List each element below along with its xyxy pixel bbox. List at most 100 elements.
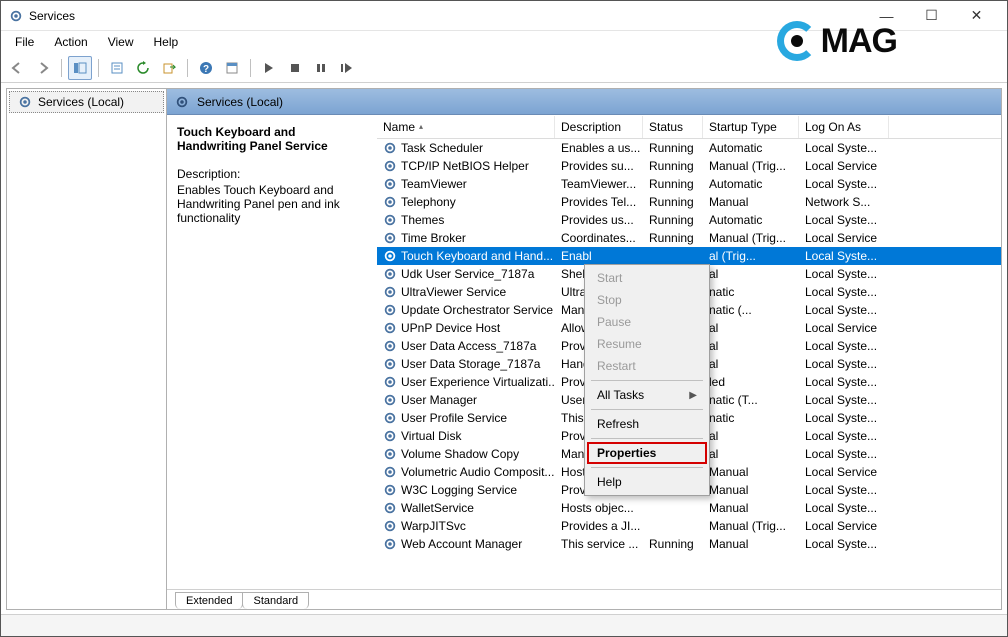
context-menu-separator xyxy=(591,467,703,468)
table-row[interactable]: WalletServiceHosts objec...ManualLocal S… xyxy=(377,499,1001,517)
cell-status: Running xyxy=(643,177,703,191)
cell-name: Volume Shadow Copy xyxy=(401,447,519,461)
context-menu-separator xyxy=(591,438,703,439)
context-menu-all-tasks[interactable]: All Tasks▶ xyxy=(587,384,707,406)
service-icon xyxy=(383,213,397,227)
forward-icon[interactable] xyxy=(31,56,55,80)
export-icon[interactable] xyxy=(157,56,181,80)
tree-pane: Services (Local) xyxy=(7,89,167,609)
service-icon xyxy=(383,447,397,461)
service-icon xyxy=(383,339,397,353)
cell-logon: Local Syste... xyxy=(799,447,889,461)
cell-status: Running xyxy=(643,537,703,551)
properties-icon[interactable] xyxy=(105,56,129,80)
context-menu-refresh[interactable]: Refresh xyxy=(587,413,707,435)
col-header-status[interactable]: Status xyxy=(643,116,703,138)
back-icon[interactable] xyxy=(5,56,29,80)
restart-service-icon[interactable] xyxy=(335,56,359,80)
menu-view[interactable]: View xyxy=(98,33,144,51)
context-menu-restart: Restart xyxy=(587,355,707,377)
cell-logon: Local Syste... xyxy=(799,501,889,515)
service-icon xyxy=(383,357,397,371)
cell-name: Volumetric Audio Composit... xyxy=(401,465,554,479)
list-header: Name▴ Description Status Startup Type Lo… xyxy=(377,115,1001,139)
cell-logon: Local Syste... xyxy=(799,375,889,389)
tab-standard[interactable]: Standard xyxy=(242,592,309,609)
cell-logon: Local Syste... xyxy=(799,285,889,299)
show-tree-icon[interactable] xyxy=(68,56,92,80)
cell-name: WarpJITSvc xyxy=(401,519,466,533)
tree-item-label: Services (Local) xyxy=(38,95,124,109)
context-menu-help[interactable]: Help xyxy=(587,471,707,493)
service-icon xyxy=(383,519,397,533)
cell-startup: al xyxy=(703,447,799,461)
cell-startup: Manual (Trig... xyxy=(703,231,799,245)
service-icon xyxy=(383,267,397,281)
tab-extended[interactable]: Extended xyxy=(175,592,243,609)
body-area: Services (Local) Services (Local) Touch … xyxy=(6,88,1002,610)
context-menu-resume: Resume xyxy=(587,333,707,355)
cell-name: User Manager xyxy=(401,393,477,407)
table-row[interactable]: TCP/IP NetBIOS HelperProvides su...Runni… xyxy=(377,157,1001,175)
cell-logon: Local Service xyxy=(799,321,889,335)
service-icon xyxy=(383,375,397,389)
show-toolbar-icon[interactable] xyxy=(220,56,244,80)
cell-name: User Experience Virtualizati... xyxy=(401,375,555,389)
cell-startup: Manual xyxy=(703,501,799,515)
service-icon xyxy=(383,177,397,191)
close-button[interactable]: ✕ xyxy=(954,2,999,30)
cell-startup: Manual (Trig... xyxy=(703,159,799,173)
cell-logon: Local Service xyxy=(799,159,889,173)
cell-logon: Local Syste... xyxy=(799,393,889,407)
service-icon xyxy=(383,231,397,245)
table-row[interactable]: Time BrokerCoordinates...RunningManual (… xyxy=(377,229,1001,247)
col-header-startup[interactable]: Startup Type xyxy=(703,116,799,138)
service-icon xyxy=(383,411,397,425)
table-row[interactable]: WarpJITSvcProvides a JI...Manual (Trig..… xyxy=(377,517,1001,535)
table-row[interactable]: TeamViewerTeamViewer...RunningAutomaticL… xyxy=(377,175,1001,193)
cell-logon: Local Syste... xyxy=(799,411,889,425)
cell-startup: natic xyxy=(703,411,799,425)
stop-service-icon[interactable] xyxy=(283,56,307,80)
service-icon xyxy=(383,321,397,335)
table-row[interactable]: TelephonyProvides Tel...RunningManualNet… xyxy=(377,193,1001,211)
window-title: Services xyxy=(29,9,75,23)
cell-startup: Automatic xyxy=(703,177,799,191)
pause-service-icon[interactable] xyxy=(309,56,333,80)
service-icon xyxy=(383,465,397,479)
tree-item-services-local[interactable]: Services (Local) xyxy=(9,91,164,113)
cell-startup: al (Trig... xyxy=(703,249,799,263)
context-menu-start: Start xyxy=(587,267,707,289)
table-row[interactable]: Task SchedulerEnables a us...RunningAuto… xyxy=(377,139,1001,157)
context-menu-separator xyxy=(591,409,703,410)
cell-startup: Manual xyxy=(703,483,799,497)
menu-action[interactable]: Action xyxy=(44,33,97,51)
context-menu-properties[interactable]: Properties xyxy=(587,442,707,464)
menu-file[interactable]: File xyxy=(5,33,44,51)
cell-description: Provides us... xyxy=(555,213,643,227)
cell-logon: Local Syste... xyxy=(799,303,889,317)
cell-logon: Local Syste... xyxy=(799,213,889,227)
col-header-name[interactable]: Name▴ xyxy=(377,116,555,138)
menu-help[interactable]: Help xyxy=(144,33,189,51)
help-icon[interactable]: ? xyxy=(194,56,218,80)
table-row[interactable]: ThemesProvides us...RunningAutomaticLoca… xyxy=(377,211,1001,229)
table-row[interactable]: Web Account ManagerThis service ...Runni… xyxy=(377,535,1001,553)
maximize-button[interactable]: ☐ xyxy=(909,2,954,30)
cell-description: TeamViewer... xyxy=(555,177,643,191)
start-service-icon[interactable] xyxy=(257,56,281,80)
col-header-logon[interactable]: Log On As xyxy=(799,116,889,138)
service-icon xyxy=(383,303,397,317)
refresh-icon[interactable] xyxy=(131,56,155,80)
col-header-description[interactable]: Description xyxy=(555,116,643,138)
context-menu: StartStopPauseResumeRestartAll Tasks▶Ref… xyxy=(584,264,710,496)
context-menu-stop: Stop xyxy=(587,289,707,311)
cell-startup: led xyxy=(703,375,799,389)
table-row[interactable]: Touch Keyboard and Hand...Enablal (Trig.… xyxy=(377,247,1001,265)
cell-logon: Local Syste... xyxy=(799,177,889,191)
cell-startup: natic (... xyxy=(703,303,799,317)
cell-name: UltraViewer Service xyxy=(401,285,506,299)
cell-description: Enabl xyxy=(555,249,643,263)
cell-logon: Local Syste... xyxy=(799,141,889,155)
service-icon xyxy=(383,141,397,155)
